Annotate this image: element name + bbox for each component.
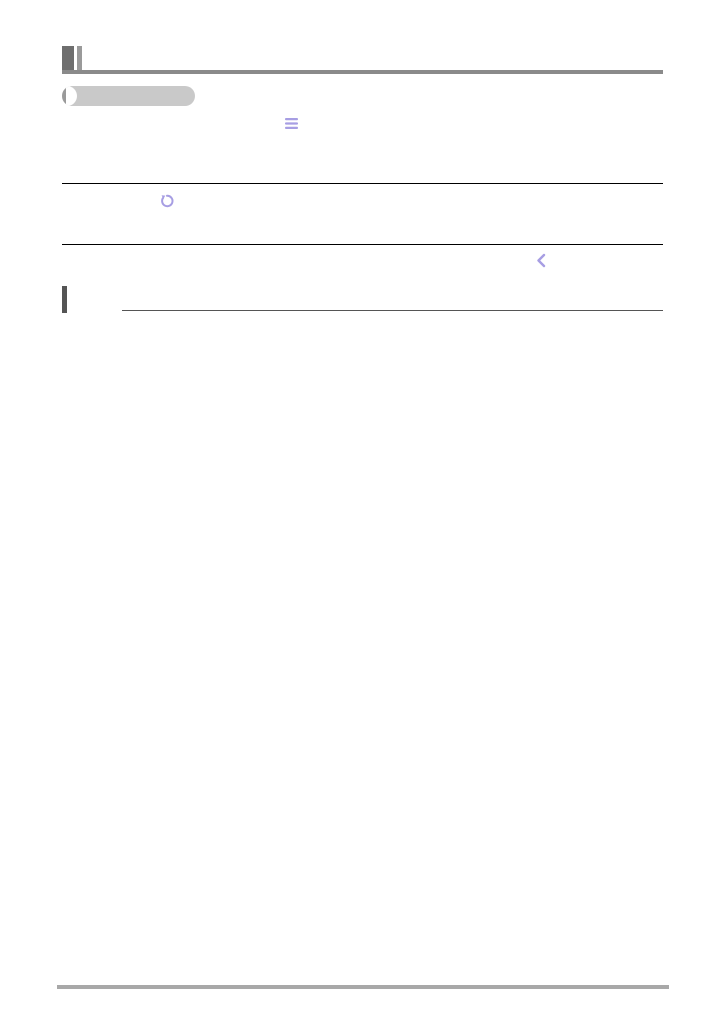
section-header-accent [77, 46, 82, 73]
menu-icon [284, 117, 299, 130]
note-header-rule [122, 310, 663, 311]
table-rule-top [62, 183, 663, 184]
section-header-block [62, 46, 74, 73]
procedure-pill [62, 86, 195, 106]
procedure-pill-stub [62, 86, 66, 106]
rotate-icon [159, 193, 175, 209]
footer-rule [57, 985, 669, 989]
section-header-rule [62, 70, 663, 74]
table-rule-bottom [62, 244, 663, 245]
note-header-bar [62, 286, 67, 313]
chevron-left-icon [535, 253, 547, 268]
